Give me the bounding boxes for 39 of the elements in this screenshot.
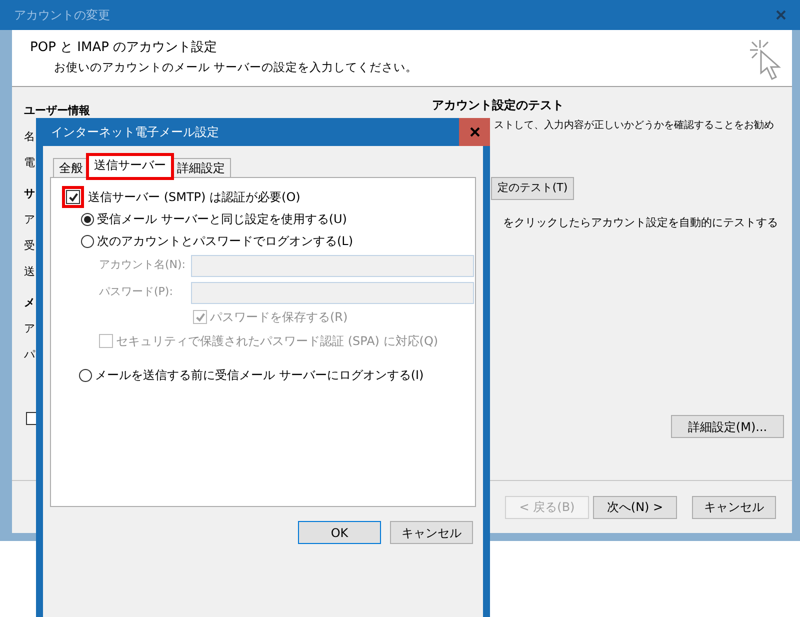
window-title: アカウントの変更: [14, 7, 110, 24]
test-button[interactable]: 定のテスト(T): [491, 177, 574, 200]
dialog-title: インターネット電子メール設定: [51, 124, 219, 141]
field-label: パ: [24, 347, 35, 363]
cursor-sparkle-icon: [748, 38, 784, 82]
tab[interactable]: 送信サーバー: [88, 155, 172, 178]
description-text: ストして、入力内容が正しいかどうかを確認することをお勧め: [494, 118, 774, 133]
radio-label: 次のアカウントとパスワードでログオンする(L): [97, 233, 354, 250]
dialog-button[interactable]: OK: [298, 521, 381, 544]
radio-label: 受信メール サーバーと同じ設定を使用する(U): [97, 211, 347, 228]
checkbox-label: 送信サーバー (SMTP) は認証が必要(O): [88, 189, 300, 206]
close-button[interactable]: [459, 118, 490, 146]
field-label: ア: [24, 212, 35, 228]
checkbox-label: パスワードを保存する(R): [210, 309, 348, 326]
field-label: パスワード(P):: [99, 284, 174, 300]
more-settings-button[interactable]: 詳細設定(M)...: [671, 415, 784, 438]
section-heading: メ: [24, 295, 35, 311]
radio-button[interactable]: [79, 368, 92, 382]
checkbox-label: セキュリティで保護されたパスワード認証 (SPA) に対応(Q): [116, 333, 438, 350]
field-label: アカウント名(N):: [99, 257, 187, 274]
footer-button[interactable]: 次へ(N) >: [593, 496, 677, 518]
field-label: 送: [24, 264, 35, 280]
field-label: 名: [24, 129, 35, 145]
header-title: POP と IMAP のアカウント設定: [30, 39, 218, 57]
radio-button[interactable]: [81, 212, 94, 226]
radio-button[interactable]: [81, 234, 94, 248]
section-heading: アカウント設定のテスト: [432, 97, 564, 114]
field-label: ア: [24, 321, 35, 337]
auto-test-text: をクリックしたらアカウント設定を自動的にテストする: [503, 215, 778, 231]
close-icon: [470, 127, 480, 137]
footer-button[interactable]: キャンセル: [692, 496, 776, 518]
section-heading: サ: [24, 186, 35, 202]
field-label: 電: [24, 155, 35, 171]
dialog-button[interactable]: キャンセル: [390, 521, 473, 544]
tab[interactable]: 詳細設定: [171, 158, 231, 178]
header-subtitle: お使いのアカウントのメール サーバーの設定を入力してください。: [53, 58, 419, 76]
field-label: 受: [24, 238, 35, 254]
radio-label: メールを送信する前に受信メール サーバーにログオンする(I): [95, 367, 424, 384]
section-heading: ユーザー情報: [24, 103, 90, 118]
